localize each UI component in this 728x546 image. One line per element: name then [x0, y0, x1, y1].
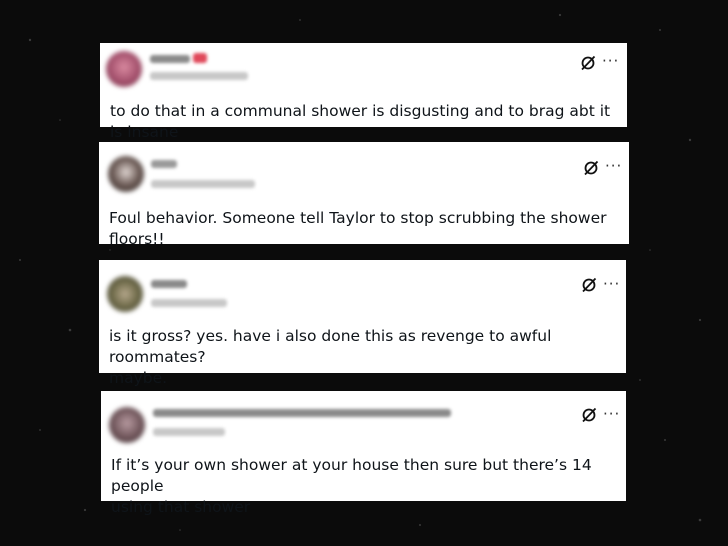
display-name-blurred — [150, 55, 190, 63]
grok-icon[interactable] — [581, 277, 597, 293]
avatar — [109, 407, 145, 443]
tweet-card-3: ··· is it gross? yes. have i also done t… — [99, 260, 626, 387]
display-name-blurred — [153, 409, 451, 417]
tweet-text: Foul behavior. Someone tell Taylor to st… — [109, 209, 612, 248]
more-icon[interactable]: ··· — [602, 54, 619, 69]
display-name-blurred — [151, 280, 187, 288]
more-icon[interactable]: ··· — [603, 277, 620, 292]
display-name-blurred — [151, 160, 177, 168]
grok-icon[interactable] — [583, 160, 599, 176]
tweet-text: is it gross? yes. have i also done this … — [109, 327, 552, 387]
grok-icon[interactable] — [581, 407, 597, 423]
avatar — [106, 51, 142, 87]
handle-blurred — [151, 299, 227, 307]
tweet-card-2: ··· Foul behavior. Someone tell Taylor t… — [99, 142, 629, 248]
avatar — [108, 156, 144, 192]
badge-blurred — [193, 53, 207, 63]
more-icon[interactable]: ··· — [603, 407, 620, 422]
tweet-text: to do that in a communal shower is disgu… — [110, 102, 616, 141]
handle-blurred — [150, 72, 248, 80]
handle-blurred — [153, 428, 225, 436]
more-icon[interactable]: ··· — [605, 159, 622, 174]
avatar — [107, 276, 143, 312]
tweet-text: If it’s your own shower at your house th… — [111, 456, 592, 516]
tweet-card-1: ··· to do that in a communal shower is d… — [100, 43, 627, 141]
grok-icon[interactable] — [580, 55, 596, 71]
tweet-card-4: ··· If it’s your own shower at your hous… — [101, 391, 626, 516]
handle-blurred — [151, 180, 255, 188]
